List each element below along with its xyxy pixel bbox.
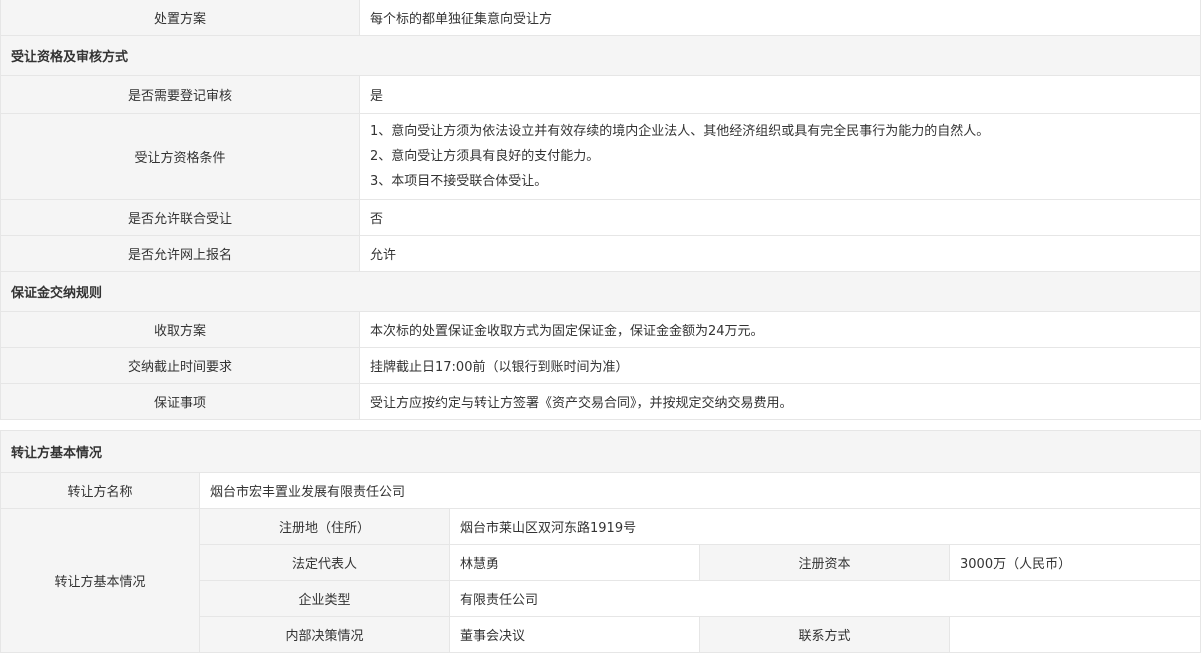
qualification-conditions-label: 受让方资格条件	[0, 113, 360, 200]
capital-label: 注册资本	[699, 544, 950, 581]
section-title-qualification: 受让资格及审核方式	[0, 35, 1201, 76]
table-row: 受让方资格条件 1、意向受让方须为依法设立并有效存续的境内企业法人、其他经济组织…	[0, 113, 1201, 200]
address-label: 注册地（住所）	[199, 508, 450, 545]
table-row: 处置方案 每个标的都单独征集意向受让方	[0, 0, 1201, 36]
guarantee-value: 受让方应按约定与转让方签署《资产交易合同》，并按规定交纳交易费用。	[359, 383, 1201, 420]
disposal-value: 每个标的都单独征集意向受让方	[359, 0, 1201, 36]
capital-value: 3000万（人民币）	[948, 544, 1202, 581]
company-type-value: 有限责任公司	[448, 580, 1202, 617]
table-row: 转让方名称 烟台市宏丰置业发展有限责任公司	[0, 472, 1202, 509]
deposit-plan-label: 收取方案	[0, 311, 360, 348]
table-row: 转让方基本情况 注册地（住所） 烟台市莱山区双河东路1919号	[0, 508, 1202, 653]
table-row: 收取方案 本次标的处置保证金收取方式为固定保证金，保证金金额为24万元。	[0, 311, 1201, 348]
section-header-row: 转让方基本情况	[0, 430, 1202, 473]
address-value: 烟台市莱山区双河东路1919号	[448, 508, 1202, 545]
decision-label: 内部决策情况	[199, 616, 450, 653]
joint-transfer-value: 否	[359, 199, 1201, 236]
online-signup-value: 允许	[359, 235, 1201, 272]
transferor-table: 转让方基本情况 转让方名称 烟台市宏丰置业发展有限责任公司 转让方基本情况 注册…	[0, 430, 1202, 653]
transferor-name-label: 转让方名称	[0, 472, 200, 509]
deposit-deadline-label: 交纳截止时间要求	[0, 347, 360, 384]
table-row: 交纳截止时间要求 挂牌截止日17:00前（以银行到账时间为准）	[0, 347, 1201, 384]
qualification-conditions-value: 1、意向受让方须为依法设立并有效存续的境内企业法人、其他经济组织或具有完全民事行…	[359, 113, 1201, 200]
disposal-label: 处置方案	[0, 0, 360, 36]
decision-value: 董事会决议	[449, 616, 700, 653]
guarantee-label: 保证事项	[0, 383, 360, 420]
joint-transfer-label: 是否允许联合受让	[0, 199, 360, 236]
legal-rep-value: 林慧勇	[449, 544, 700, 581]
condition-line: 3、本项目不接受联合体受让。	[370, 174, 548, 189]
company-type-label: 企业类型	[199, 580, 450, 617]
contact-value	[948, 616, 1202, 653]
table-row: 保证事项 受让方应按约定与转让方签署《资产交易合同》，并按规定交纳交易费用。	[0, 383, 1201, 420]
table-row: 是否允许网上报名 允许	[0, 235, 1201, 272]
legal-rep-label: 法定代表人	[199, 544, 450, 581]
section-header-row: 保证金交纳规则	[0, 271, 1201, 312]
condition-line: 1、意向受让方须为依法设立并有效存续的境内企业法人、其他经济组织或具有完全民事行…	[370, 124, 990, 139]
register-review-label: 是否需要登记审核	[0, 75, 360, 114]
contact-label: 联系方式	[699, 616, 950, 653]
register-review-value: 是	[359, 75, 1201, 114]
table-row: 是否允许联合受让 否	[0, 199, 1201, 236]
section-header-row: 受让资格及审核方式	[0, 35, 1201, 76]
table-row: 是否需要登记审核 是	[0, 75, 1201, 114]
section-title-deposit: 保证金交纳规则	[0, 271, 1201, 312]
transferor-basic-label: 转让方基本情况	[0, 508, 200, 653]
project-info-table: 处置方案 每个标的都单独征集意向受让方 受让资格及审核方式 是否需要登记审核 是…	[0, 0, 1201, 420]
section-title-transferor: 转让方基本情况	[0, 430, 1202, 473]
deposit-deadline-value: 挂牌截止日17:00前（以银行到账时间为准）	[359, 347, 1201, 384]
online-signup-label: 是否允许网上报名	[0, 235, 360, 272]
transferor-name-value: 烟台市宏丰置业发展有限责任公司	[198, 472, 1202, 509]
condition-line: 2、意向受让方须具有良好的支付能力。	[370, 149, 600, 164]
deposit-plan-value: 本次标的处置保证金收取方式为固定保证金，保证金金额为24万元。	[359, 311, 1201, 348]
info-page: 处置方案 每个标的都单独征集意向受让方 受让资格及审核方式 是否需要登记审核 是…	[0, 0, 1202, 653]
